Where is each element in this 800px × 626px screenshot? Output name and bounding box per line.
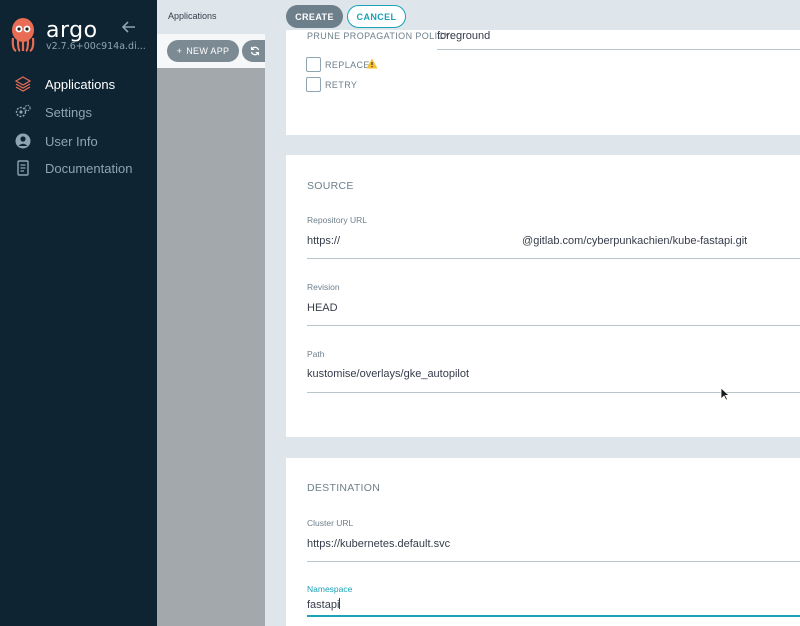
replace-label: REPLACE	[325, 60, 370, 70]
replace-checkbox[interactable]	[306, 57, 321, 72]
path-input[interactable]: kustomise/overlays/gke_autopilot	[307, 368, 469, 380]
sidebar-item-applications[interactable]: Applications	[0, 71, 157, 97]
repository-url-underline	[307, 258, 800, 259]
retry-label: RETRY	[325, 80, 358, 90]
sidebar-item-label: User Info	[45, 133, 98, 149]
revision-underline	[307, 325, 800, 326]
cluster-url-label: Cluster URL	[307, 518, 354, 528]
sidebar-item-label: Settings	[45, 104, 92, 120]
cancel-button[interactable]: CANCEL	[347, 5, 406, 28]
sync-options-card	[286, 30, 800, 135]
user-icon	[15, 133, 31, 149]
warning-icon	[366, 58, 378, 69]
prune-propagation-label: PRUNE PROPAGATION POLICY:	[307, 31, 454, 41]
namespace-value: fastapi	[307, 599, 340, 611]
page-title: Applications	[168, 11, 217, 21]
prune-propagation-select[interactable]: foreground	[437, 30, 490, 42]
plus-icon: +	[176, 46, 183, 56]
sidebar: argo v2.7.6+00c914a.di... Applications S…	[0, 0, 157, 626]
sidebar-item-label: Documentation	[45, 160, 133, 176]
namespace-label: Namespace	[307, 584, 353, 594]
new-app-button[interactable]: + NEW APP	[167, 40, 239, 62]
sidebar-item-label: Applications	[45, 76, 116, 92]
new-app-label: NEW APP	[186, 46, 230, 56]
sidebar-item-user-info[interactable]: User Info	[0, 128, 157, 154]
source-section-title: SOURCE	[307, 180, 354, 192]
collapse-sidebar-icon[interactable]	[121, 19, 137, 35]
cluster-url-underline	[307, 561, 800, 562]
book-icon	[17, 160, 29, 176]
argo-octopus-logo	[11, 18, 35, 52]
applications-overlay	[157, 68, 265, 626]
sidebar-item-documentation[interactable]: Documentation	[0, 155, 157, 181]
prune-select-underline	[437, 49, 800, 50]
repo-url-prefix: https://	[307, 235, 341, 247]
repository-url-input[interactable]: https:// @gitlab.com/cyberpunkachien/kube…	[307, 235, 747, 247]
repository-url-label: Repository URL	[307, 215, 367, 225]
layers-icon	[14, 76, 32, 92]
text-caret	[339, 598, 341, 609]
destination-section-title: DESTINATION	[307, 482, 381, 494]
cluster-url-input[interactable]: https://kubernetes.default.svc	[307, 538, 450, 550]
repo-url-suffix: @gitlab.com/cyberpunkachien/kube-fastapi…	[522, 235, 748, 247]
sidebar-item-settings[interactable]: Settings	[0, 99, 157, 125]
retry-checkbox[interactable]	[306, 77, 321, 92]
revision-input[interactable]: HEAD	[307, 302, 338, 314]
path-label: Path	[307, 349, 325, 359]
gear-icon	[15, 104, 31, 118]
brand-name: argo	[46, 18, 98, 43]
revision-label: Revision	[307, 282, 340, 292]
version-label: v2.7.6+00c914a.di...	[46, 41, 146, 52]
namespace-underline	[307, 615, 800, 617]
mouse-cursor-icon	[720, 387, 730, 401]
namespace-input[interactable]: fastapi	[307, 598, 341, 611]
refresh-icon	[250, 46, 260, 56]
create-button[interactable]: CREATE	[286, 5, 343, 28]
